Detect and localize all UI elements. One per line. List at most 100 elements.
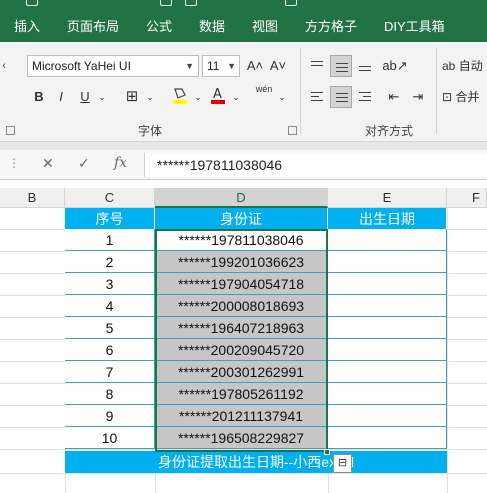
- align-left-icon[interactable]: [306, 86, 328, 108]
- shrink-font-button[interactable]: A˅: [268, 55, 288, 77]
- align-bottom-icon[interactable]: [354, 55, 376, 77]
- bold-button[interactable]: B: [30, 86, 48, 108]
- tab-page-layout[interactable]: 页面布局: [67, 12, 119, 42]
- cell-id[interactable]: ******197904054718: [155, 273, 328, 295]
- cell-birthdate[interactable]: [328, 427, 447, 449]
- cell-index[interactable]: 4: [65, 295, 155, 317]
- column-header-d[interactable]: D: [155, 188, 328, 208]
- grow-font-button[interactable]: A˄: [245, 55, 265, 77]
- wrap-text-button[interactable]: ab 自动: [442, 55, 487, 77]
- cell-id[interactable]: ******199201036623: [155, 251, 328, 273]
- chevron-down-icon: ▼: [227, 61, 236, 71]
- orientation-icon[interactable]: ab↗: [382, 55, 408, 77]
- border-icon[interactable]: ⊞: [122, 86, 142, 108]
- cell-birthdate[interactable]: [328, 361, 447, 383]
- group-divider: [436, 48, 437, 134]
- font-size-dropdown[interactable]: 11 ▼: [202, 55, 240, 77]
- cancel-icon[interactable]: ✕: [42, 155, 54, 172]
- font-dialog-launcher-icon[interactable]: [288, 126, 297, 135]
- merge-center-button[interactable]: ⊡ 合并: [442, 86, 487, 108]
- gridline: [0, 473, 487, 474]
- underline-dropdown-icon[interactable]: ⌄: [96, 86, 108, 108]
- column-header-e[interactable]: E: [328, 188, 447, 208]
- column-header-c[interactable]: C: [65, 188, 155, 208]
- quick-analysis-icon[interactable]: ⊟: [333, 454, 352, 473]
- cell-index[interactable]: 3: [65, 273, 155, 295]
- cell-id-active[interactable]: ******197811038046: [155, 229, 328, 251]
- cell-index[interactable]: 9: [65, 405, 155, 427]
- phonetic-dropdown-icon[interactable]: ⌄: [276, 86, 288, 108]
- cell-index[interactable]: 5: [65, 317, 155, 339]
- formula-bar: ⋮ ✕ ✓ fx ******197811038046: [0, 150, 487, 180]
- clipboard-dialog-launcher-icon[interactable]: [6, 126, 15, 135]
- redo-icon[interactable]: [185, 0, 197, 6]
- cell-index[interactable]: 2: [65, 251, 155, 273]
- header-cell-birthdate[interactable]: 出生日期: [328, 208, 447, 230]
- decrease-indent-icon[interactable]: ⇤: [384, 86, 404, 108]
- fill-handle[interactable]: [324, 449, 330, 455]
- column-header-f[interactable]: F: [447, 188, 487, 208]
- worksheet-grid[interactable]: 序号 身份证 出生日期 1 ******197811038046 2 *****…: [0, 208, 487, 493]
- cell-index[interactable]: 8: [65, 383, 155, 405]
- enter-icon[interactable]: ✓: [78, 155, 90, 172]
- header-cell-id[interactable]: 身份证: [155, 208, 328, 230]
- underline-button[interactable]: U: [76, 86, 94, 108]
- cell-id[interactable]: ******197805261192: [155, 383, 328, 405]
- cell-id[interactable]: ******196508229827: [155, 427, 328, 449]
- column-header-b[interactable]: B: [0, 188, 65, 208]
- cell-birthdate[interactable]: [328, 405, 447, 427]
- phonetic-button[interactable]: wén: [252, 83, 276, 105]
- cell-id[interactable]: ******200209045720: [155, 339, 328, 361]
- tab-formulas[interactable]: 公式: [146, 12, 172, 42]
- cell-id[interactable]: ******196407218963: [155, 317, 328, 339]
- undo-icon[interactable]: [160, 0, 172, 6]
- cell-id[interactable]: ******200008018693: [155, 295, 328, 317]
- insert-function-button[interactable]: fx: [114, 155, 127, 171]
- fill-color-icon[interactable]: [170, 86, 190, 108]
- more-icon[interactable]: ⋮: [8, 156, 20, 170]
- align-center-icon[interactable]: [330, 86, 352, 108]
- cell-birthdate[interactable]: [328, 251, 447, 273]
- align-right-icon[interactable]: [354, 86, 376, 108]
- chevron-down-icon: ▼: [185, 61, 194, 71]
- cell-birthdate[interactable]: [328, 383, 447, 405]
- cell-index[interactable]: 10: [65, 427, 155, 449]
- border-dropdown-icon[interactable]: ⌄: [144, 86, 156, 108]
- fill-color-dropdown-icon[interactable]: ⌄: [192, 86, 204, 108]
- cell-index[interactable]: 7: [65, 361, 155, 383]
- align-top-icon[interactable]: [306, 55, 328, 77]
- svg-text:A: A: [213, 87, 222, 102]
- cell-birthdate[interactable]: [328, 317, 447, 339]
- cell-id[interactable]: ******200301262991: [155, 361, 328, 383]
- ribbon: ‹ Microsoft YaHei UI ▼ 11 ▼ A˄ A˅ B I U …: [0, 42, 487, 142]
- tab-view[interactable]: 视图: [252, 12, 278, 42]
- cell-birthdate[interactable]: [328, 229, 447, 251]
- cell-birthdate[interactable]: [328, 273, 447, 295]
- tab-diy-toolbox[interactable]: DIY工具箱: [384, 12, 445, 42]
- save-icon[interactable]: [26, 0, 38, 6]
- cell-index[interactable]: 1: [65, 229, 155, 251]
- chevron-left-icon[interactable]: ‹: [0, 55, 8, 77]
- merge-center-label: 合并: [455, 90, 480, 104]
- cell-index[interactable]: 6: [65, 339, 155, 361]
- formula-input[interactable]: ******197811038046: [144, 153, 487, 177]
- gridline: [0, 449, 487, 450]
- cell-id[interactable]: ******201211137941: [155, 405, 328, 427]
- tab-insert[interactable]: 插入: [14, 12, 40, 42]
- font-name-dropdown[interactable]: Microsoft YaHei UI ▼: [27, 55, 199, 77]
- ribbon-gap: [0, 142, 487, 150]
- header-cell-index[interactable]: 序号: [65, 208, 155, 230]
- cell-birthdate[interactable]: [328, 295, 447, 317]
- italic-button[interactable]: I: [52, 86, 70, 108]
- cell-birthdate[interactable]: [328, 339, 447, 361]
- font-name-value: Microsoft YaHei UI: [32, 59, 131, 73]
- align-middle-icon[interactable]: [330, 55, 352, 77]
- tab-data[interactable]: 数据: [199, 12, 225, 42]
- customize-icon[interactable]: [285, 0, 297, 6]
- ribbon-tab-bar: 插入 页面布局 公式 数据 视图 方方格子 DIY工具箱: [0, 12, 487, 42]
- font-color-dropdown-icon[interactable]: ⌄: [230, 86, 242, 108]
- increase-indent-icon[interactable]: ⇥: [408, 86, 428, 108]
- font-color-icon[interactable]: A: [208, 86, 228, 108]
- footer-banner[interactable]: 身份证提取出生日期--小西excel: [65, 451, 447, 473]
- tab-fangfang-gezi[interactable]: 方方格子: [305, 12, 357, 42]
